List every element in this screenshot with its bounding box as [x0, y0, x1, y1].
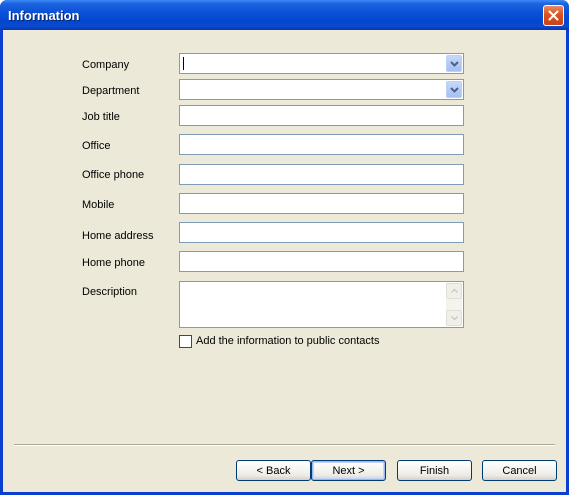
department-dropdown-button[interactable] [446, 81, 462, 98]
company-label: Company [82, 59, 130, 71]
office-phone-label: Office phone [82, 169, 145, 181]
public-contacts-option[interactable]: Add the information to public contacts [179, 333, 379, 349]
description-textarea[interactable] [179, 281, 464, 328]
close-button[interactable] [543, 5, 564, 26]
next-button[interactable]: Next > [311, 460, 386, 481]
title-bar[interactable]: Information [0, 0, 569, 30]
information-dialog: Information Company Department Job title… [0, 0, 569, 495]
description-scrollbar[interactable] [446, 283, 462, 326]
department-combobox[interactable] [179, 79, 464, 100]
department-label: Department [82, 85, 140, 97]
public-contacts-label: Add the information to public contacts [196, 335, 380, 347]
back-button[interactable]: < Back [236, 460, 311, 481]
office-input[interactable] [179, 134, 464, 155]
chevron-down-icon [449, 86, 459, 93]
company-combobox[interactable] [179, 53, 464, 74]
company-dropdown-button[interactable] [446, 55, 462, 72]
close-icon [548, 10, 559, 21]
chevron-down-icon [449, 60, 459, 67]
chevron-up-icon [450, 289, 458, 293]
office-label: Office [82, 140, 111, 152]
home-phone-label: Home phone [82, 257, 145, 269]
office-phone-input[interactable] [179, 164, 464, 185]
job-title-input[interactable] [179, 105, 464, 126]
window-title: Information [8, 8, 80, 23]
job-title-label: Job title [82, 111, 120, 123]
button-separator [14, 444, 555, 446]
description-label: Description [82, 286, 138, 298]
public-contacts-checkbox[interactable] [179, 334, 192, 348]
cancel-button[interactable]: Cancel [482, 460, 557, 481]
finish-button[interactable]: Finish [397, 460, 472, 481]
text-caret [183, 57, 184, 70]
chevron-down-icon [450, 316, 458, 320]
mobile-input[interactable] [179, 193, 464, 214]
home-phone-input[interactable] [179, 251, 464, 272]
dialog-body: Company Department Job title Office Offi… [3, 30, 566, 492]
home-address-label: Home address [82, 230, 154, 242]
scroll-up-button[interactable] [446, 283, 462, 299]
home-address-input[interactable] [179, 222, 464, 243]
scroll-down-button[interactable] [446, 310, 462, 326]
mobile-label: Mobile [82, 199, 115, 211]
